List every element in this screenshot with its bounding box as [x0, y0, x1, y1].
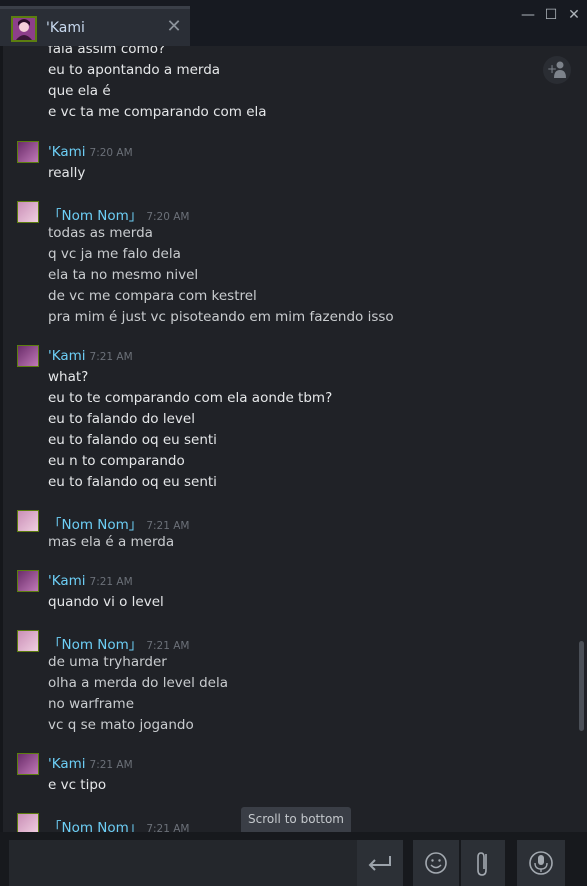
avatar[interactable]	[17, 141, 39, 163]
sender-name[interactable]: 'Kami 7:21 AM	[48, 348, 133, 364]
message-line: eu to falando oq eu senti	[48, 474, 217, 490]
divider	[505, 832, 517, 886]
message-line: que ela é	[48, 83, 111, 99]
message-group: 「Nom Nom」 7:20 AM todas as merda q vc ja …	[0, 201, 570, 331]
attach-button[interactable]	[461, 840, 505, 886]
scrollbar-thumb[interactable]	[579, 641, 584, 731]
timestamp: 7:21 AM	[146, 823, 190, 832]
avatar[interactable]	[17, 570, 39, 592]
avatar[interactable]	[17, 510, 39, 532]
sender-label: 「Nom Nom」	[48, 517, 143, 533]
timestamp: 7:21 AM	[146, 520, 190, 532]
message-line: eu to apontando a merda	[48, 62, 221, 78]
microphone-icon	[529, 851, 553, 875]
message-line: de uma tryharder	[48, 654, 167, 670]
message-group: 'Kami 7:21 AM what? eu to te comparando c…	[0, 345, 570, 495]
message-line: eu to te comparando com ela aonde tbm?	[48, 390, 333, 406]
paperclip-icon	[477, 852, 487, 876]
window-close-icon[interactable]: ✕	[564, 5, 584, 25]
smiley-icon	[425, 852, 447, 874]
message-line: ela ta no mesmo nivel	[48, 267, 199, 283]
message-line: olha a merda do level dela	[48, 675, 229, 691]
chat-tab[interactable]: 'Kami ✕	[0, 6, 190, 46]
message-line: no warframe	[48, 696, 135, 712]
message-line: what?	[48, 369, 89, 385]
scroll-to-bottom-button[interactable]: Scroll to bottom	[241, 807, 351, 832]
sender-name[interactable]: 'Kami 7:20 AM	[48, 144, 133, 160]
avatar[interactable]	[17, 753, 39, 775]
sender-label: 'Kami	[48, 144, 86, 160]
close-tab-icon[interactable]: ✕	[164, 15, 184, 39]
message-input[interactable]	[9, 840, 358, 886]
sender-label: 「Nom Nom」	[48, 820, 143, 832]
message-group: 「Nom Nom」 7:21 AM de uma tryharder olha a…	[0, 630, 570, 740]
sender-name[interactable]: 「Nom Nom」 7:21 AM	[48, 633, 189, 653]
sender-name[interactable]: 'Kami 7:21 AM	[48, 573, 133, 589]
message-line: de vc me compara com kestrel	[48, 288, 257, 304]
message-group: 'Kami 7:21 AM quando vi o level	[0, 570, 570, 615]
message-line: eu to falando oq eu senti	[48, 432, 217, 448]
return-arrow-icon	[368, 856, 391, 871]
sender-name[interactable]: 「Nom Nom」 7:20 AM	[48, 204, 189, 224]
minimize-icon[interactable]: —	[518, 5, 538, 25]
avatar[interactable]	[17, 813, 39, 832]
timestamp: 7:20 AM	[89, 147, 133, 159]
message-line: todas as merda	[48, 225, 153, 241]
sender-name[interactable]: 「Nom Nom」 7:21 AM	[48, 816, 189, 832]
sender-name[interactable]: 「Nom Nom」 7:21 AM	[48, 513, 189, 533]
message-line: mas ela é a merda	[48, 534, 175, 550]
avatar[interactable]	[17, 630, 39, 652]
message-line: q vc ja me falo dela	[48, 246, 181, 262]
avatar[interactable]	[17, 345, 39, 367]
maximize-icon[interactable]: ☐	[541, 5, 561, 25]
sender-name[interactable]: 'Kami 7:21 AM	[48, 756, 133, 772]
timestamp: 7:21 AM	[89, 576, 133, 588]
sender-label: 'Kami	[48, 348, 86, 364]
message-line: e vc tipo	[48, 777, 107, 793]
timestamp: 7:21 AM	[89, 759, 133, 771]
message-line: really	[48, 165, 86, 181]
sender-label: 'Kami	[48, 756, 86, 772]
send-button[interactable]	[357, 840, 403, 886]
message-line: eu n to comparando	[48, 453, 185, 469]
message-group: 「Nom Nom」 7:21 AM mas ela é a merda	[0, 510, 570, 555]
sender-label: 「Nom Nom」	[48, 637, 143, 653]
timestamp: 7:20 AM	[146, 211, 190, 223]
message-group: 'Kami 7:21 AM e vc tipo	[0, 753, 570, 798]
message-group: 'Kami 7:20 AM really	[0, 141, 570, 181]
emoji-button[interactable]	[413, 840, 459, 886]
message-line: pra mim é just vc pisoteando em mim faze…	[48, 309, 394, 325]
message-line: e vc ta me comparando com ela	[48, 104, 267, 120]
timestamp: 7:21 AM	[89, 351, 133, 363]
message-line: vc q se mato jogando	[48, 717, 194, 733]
sender-label: 'Kami	[48, 573, 86, 589]
avatar[interactable]	[17, 201, 39, 223]
message-line: eu to falando do level	[48, 411, 195, 427]
tab-title: 'Kami	[46, 20, 85, 36]
voice-button[interactable]	[517, 840, 565, 886]
divider	[403, 832, 413, 886]
tab-avatar	[11, 16, 37, 42]
sender-label: 「Nom Nom」	[48, 208, 143, 224]
title-bar: 'Kami ✕ — ☐ ✕	[0, 0, 587, 46]
message-line: quando vi o level	[48, 594, 164, 610]
timestamp: 7:21 AM	[146, 640, 190, 652]
